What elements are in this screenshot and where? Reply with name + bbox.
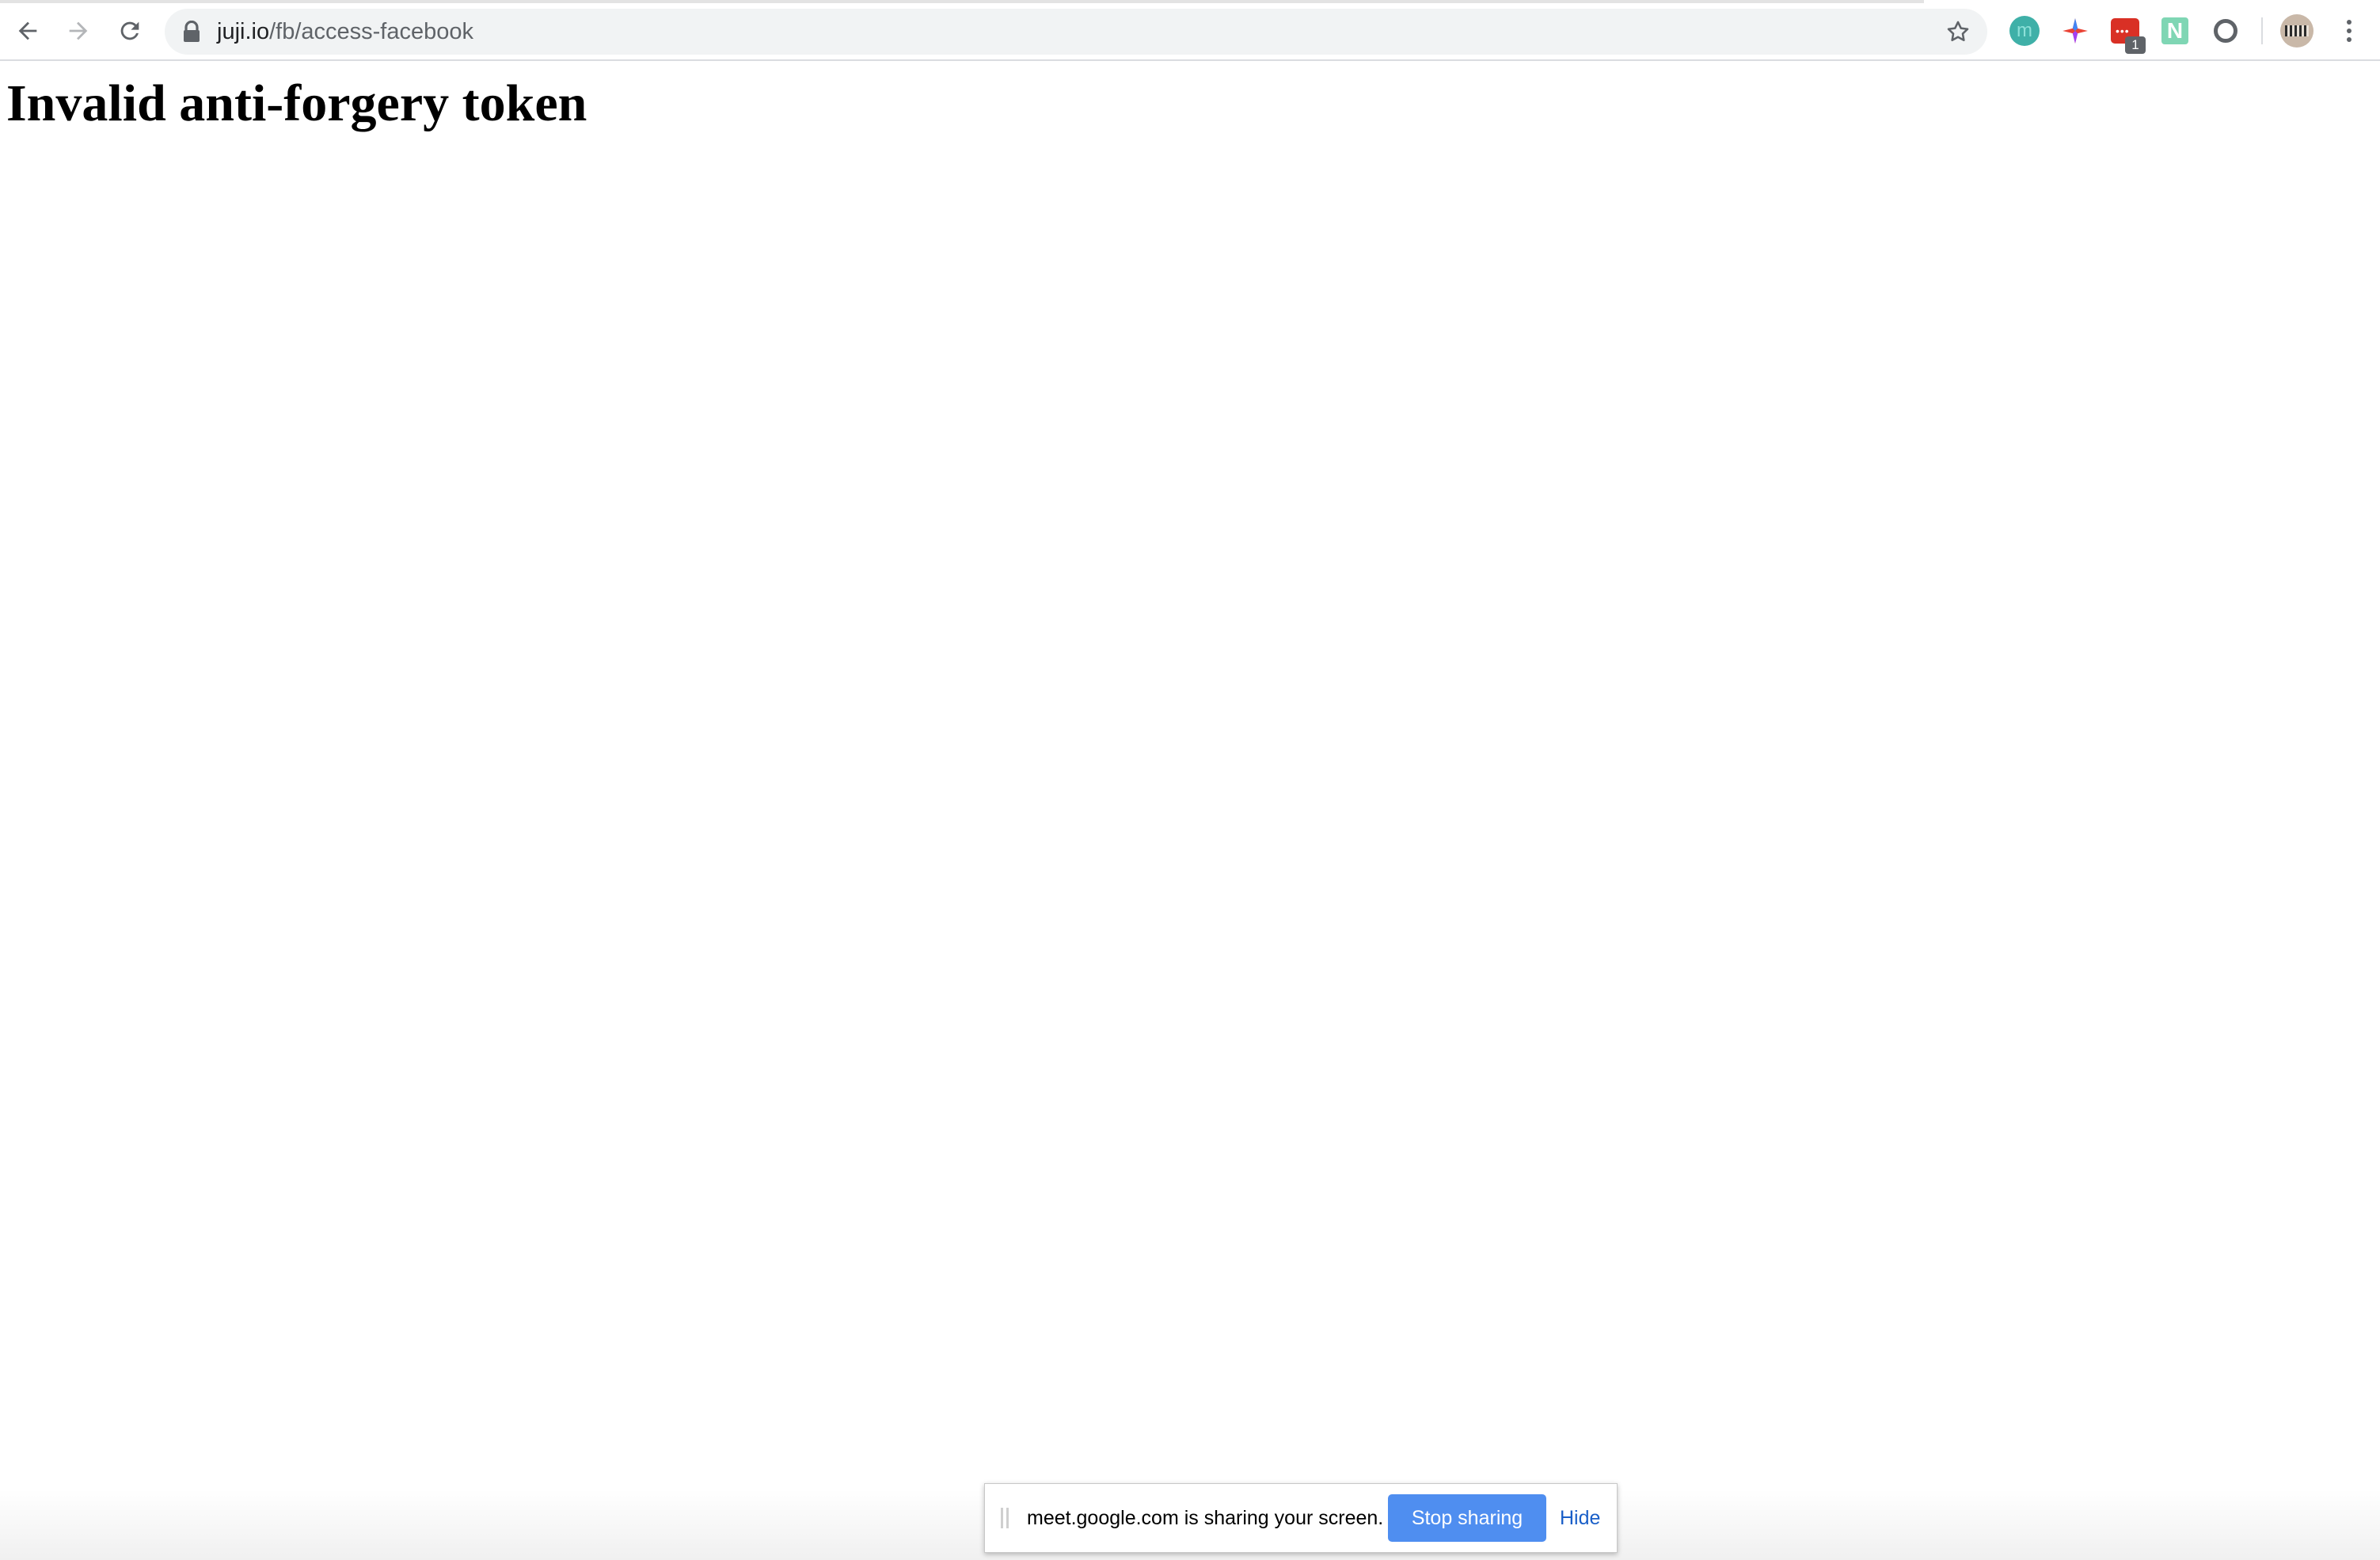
share-message: meet.google.com is sharing your screen. <box>1027 1507 1384 1529</box>
extension-badge: 1 <box>2125 36 2146 54</box>
arrow-left-icon <box>18 21 37 40</box>
menu-dot-icon <box>2347 20 2351 25</box>
lock-icon <box>184 21 200 42</box>
page-heading: Invalid anti-forgery token <box>6 74 587 132</box>
menu-dot-icon <box>2347 37 2351 42</box>
reload-button[interactable] <box>110 11 150 51</box>
ring-extension-icon[interactable] <box>2214 19 2237 43</box>
menu-dot-icon <box>2347 29 2351 33</box>
back-button[interactable] <box>8 11 48 51</box>
bookmark-star-icon[interactable] <box>1945 18 1971 45</box>
profile-avatar[interactable] <box>2280 14 2313 48</box>
url-host: juji.io <box>217 19 270 44</box>
forward-button[interactable] <box>59 11 98 51</box>
tab-strip-edge <box>0 0 1924 3</box>
drag-handle-icon[interactable] <box>1001 1508 1009 1528</box>
arrow-right-icon <box>69 21 88 40</box>
stop-sharing-button[interactable]: Stop sharing <box>1388 1494 1546 1542</box>
address-bar[interactable]: juji.io/fb/access-facebook <box>165 9 1987 55</box>
url-text[interactable]: juji.io/fb/access-facebook <box>217 9 473 55</box>
url-path: /fb/access-facebook <box>269 19 474 44</box>
dots-icon: ••• <box>2116 25 2130 37</box>
browser-menu-button[interactable] <box>2336 16 2363 46</box>
avatar-image <box>2285 25 2309 36</box>
hide-link[interactable]: Hide <box>1560 1484 1600 1552</box>
n-extension-icon[interactable]: N <box>2161 17 2188 44</box>
sparkle-extension-icon[interactable] <box>2060 16 2090 46</box>
screen-share-bar: meet.google.com is sharing your screen. … <box>984 1483 1618 1553</box>
toolbar-divider <box>2261 17 2263 44</box>
browser-toolbar: juji.io/fb/access-facebook m ••• 1 N <box>0 0 2380 61</box>
reload-icon <box>120 21 139 40</box>
circle-extension-icon[interactable]: m <box>2009 16 2040 46</box>
